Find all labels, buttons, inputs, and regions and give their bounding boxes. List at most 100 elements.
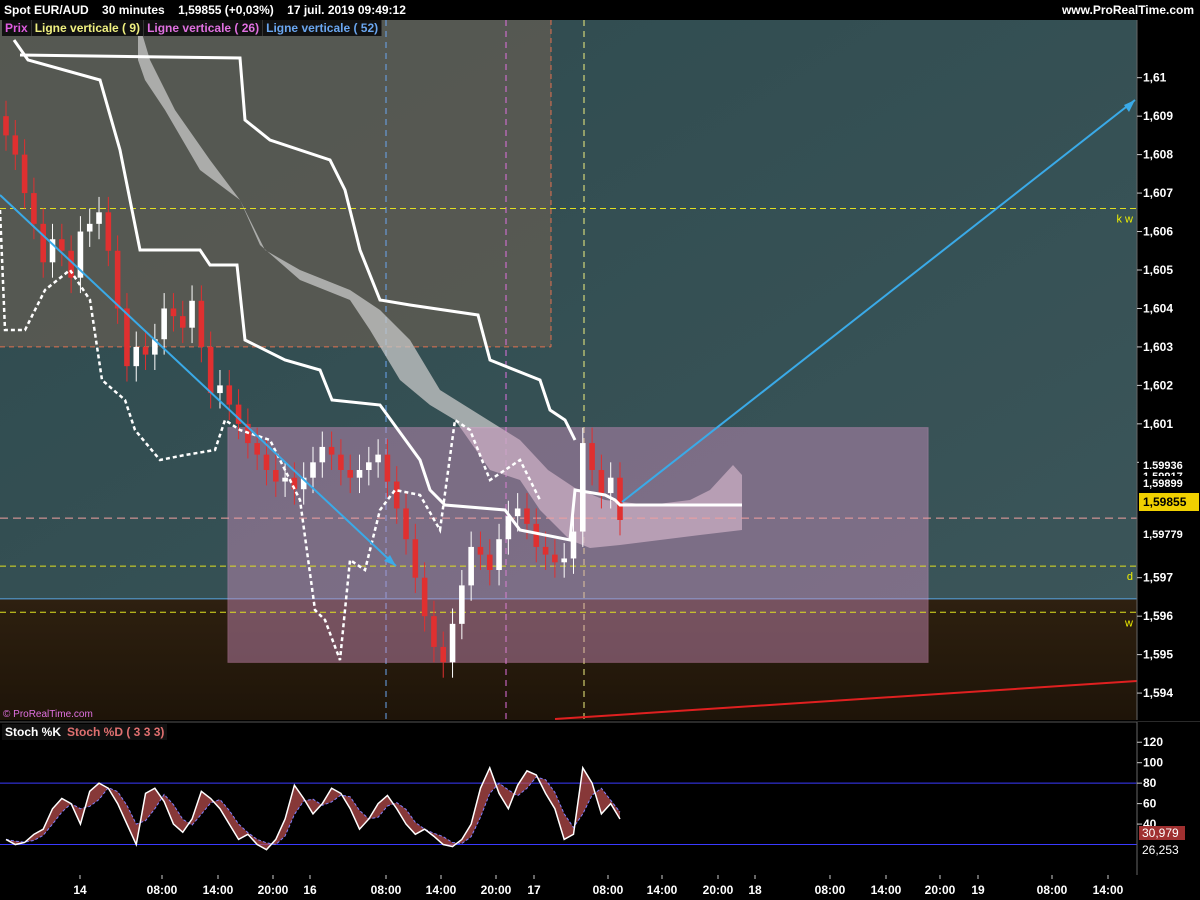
chart-header: Spot EUR/AUD 30 minutes 1,59855 (+0,03%)… (0, 0, 1200, 20)
last-price: 1,59855 (+0,03%) (178, 3, 274, 17)
stoch-tick-label: 80 (1143, 776, 1157, 790)
candle-body (542, 546, 549, 555)
candle-body (31, 193, 37, 224)
candle-body (607, 477, 614, 494)
time-tick-label: 20:00 (925, 883, 956, 897)
candle-body (514, 508, 521, 517)
price-tick-label: 1,605 (1143, 263, 1173, 277)
instrument-name[interactable]: Spot EUR/AUD (4, 3, 89, 17)
stoch-k-value: 26,253 (1139, 843, 1185, 857)
candle-body (561, 558, 567, 563)
time-tick-label: 17 (527, 883, 541, 897)
price-marker-label: 1,59779 (1139, 527, 1197, 541)
stoch-k-label[interactable]: Stoch %K (2, 724, 65, 740)
price-marker-text: 1,59855 (1143, 495, 1187, 509)
time-tick-label: 20:00 (258, 883, 289, 897)
candle-body (217, 385, 223, 394)
price-tick-label: 1,603 (1143, 340, 1173, 354)
stoch-tick-label: 120 (1143, 735, 1163, 749)
price-marker-label: 1,59899 (1139, 476, 1197, 490)
price-tick-label: 1,604 (1143, 301, 1173, 315)
candle-body (272, 470, 279, 482)
price-tick-label: 1,595 (1143, 648, 1173, 662)
candle-body (375, 454, 381, 463)
candle-body (3, 116, 9, 136)
price-tick-label: 1,597 (1143, 571, 1173, 585)
candle-body (328, 446, 335, 455)
stoch-pane-background (0, 722, 1137, 875)
copyright: © ProRealTime.com (3, 709, 93, 720)
timeframe[interactable]: 30 minutes (102, 3, 165, 17)
price-tick-label: 1,607 (1143, 186, 1173, 200)
time-tick-label: 14:00 (647, 883, 678, 897)
candle-body (207, 346, 214, 394)
time-tick-label: 19 (971, 883, 985, 897)
time-tick-label: 08:00 (1037, 883, 1068, 897)
legend-item-vline-9[interactable]: Ligne verticale ( 9) (31, 20, 145, 36)
time-tick-label: 08:00 (147, 883, 178, 897)
candle-body (347, 470, 354, 478)
price-tick-label: 1,594 (1143, 686, 1173, 700)
candle-body (310, 462, 316, 478)
candle-body (114, 250, 121, 309)
candle-body (189, 300, 195, 328)
candle-body (412, 539, 419, 578)
price-tick-label: 1,606 (1143, 225, 1173, 239)
legend-item-vline-52[interactable]: Ligne verticale ( 52) (263, 20, 383, 36)
candle-body (579, 443, 586, 532)
price-chart[interactable]: k w d w 1,61 1,609 1,608 1,607 1,606 1,605 1,604 1… (0, 0, 1200, 900)
time-tick-label: 14:00 (1093, 883, 1124, 897)
candle-body (319, 446, 326, 463)
candle-body (142, 346, 149, 355)
candle-body (170, 308, 177, 317)
current-price-label: 1,59855 (1139, 493, 1199, 511)
datetime: 17 juil. 2019 09:49:12 (287, 3, 406, 17)
candle-body (496, 539, 502, 570)
time-tick-label: 16 (303, 883, 317, 897)
time-tick-label: 08:00 (815, 883, 846, 897)
level-label-0: k w (1117, 213, 1134, 225)
candle-body (486, 554, 493, 570)
price-marker-text: 1,59899 (1143, 478, 1183, 490)
stoch-d-label[interactable]: Stoch %D ( 3 3 3) (64, 724, 168, 740)
candle-body (459, 585, 465, 624)
website-label: www.ProRealTime.com (1061, 3, 1194, 17)
candle-body (263, 454, 270, 470)
time-tick-label: 20:00 (703, 883, 734, 897)
candle-body (505, 516, 512, 540)
stoch-k-value-text: 26,253 (1142, 843, 1179, 857)
candle-body (226, 385, 233, 405)
candle-body (161, 308, 167, 340)
candle-body (40, 223, 47, 263)
legend-item-prix[interactable]: Prix (2, 20, 32, 36)
candle-body (598, 470, 605, 494)
candle-body (477, 546, 484, 555)
candle-body (356, 470, 363, 478)
time-tick-label: 20:00 (481, 883, 512, 897)
candle-body (617, 477, 623, 520)
candle-body (254, 443, 260, 455)
price-tick-label: 1,596 (1143, 609, 1173, 623)
stoch-legend: Stoch %K Stoch %D ( 3 3 3) (2, 724, 168, 740)
time-tick-label: 18 (748, 883, 762, 897)
candle-body (449, 623, 456, 663)
candle-body (86, 223, 93, 232)
candle-body (59, 239, 65, 251)
time-tick-label: 14:00 (871, 883, 902, 897)
candle-body (338, 454, 344, 470)
legend-item-vline-26[interactable]: Ligne verticale ( 26) (144, 20, 264, 36)
price-tick-label: 1,602 (1143, 378, 1173, 392)
candle-body (440, 646, 447, 663)
zone-box (227, 427, 929, 663)
candle-body (589, 443, 595, 470)
time-tick-label: 14:00 (426, 883, 457, 897)
level-label-2: w (1124, 617, 1133, 629)
price-tick-label: 1,601 (1143, 417, 1173, 431)
time-tick-label: 14:00 (203, 883, 234, 897)
candle-body (403, 508, 409, 540)
price-marker-text: 1,59779 (1143, 529, 1183, 541)
candle-body (421, 577, 428, 617)
candle-body (393, 481, 400, 509)
price-tick-label: 1,609 (1143, 109, 1173, 123)
price-tick-label: 1,61 (1143, 71, 1167, 85)
